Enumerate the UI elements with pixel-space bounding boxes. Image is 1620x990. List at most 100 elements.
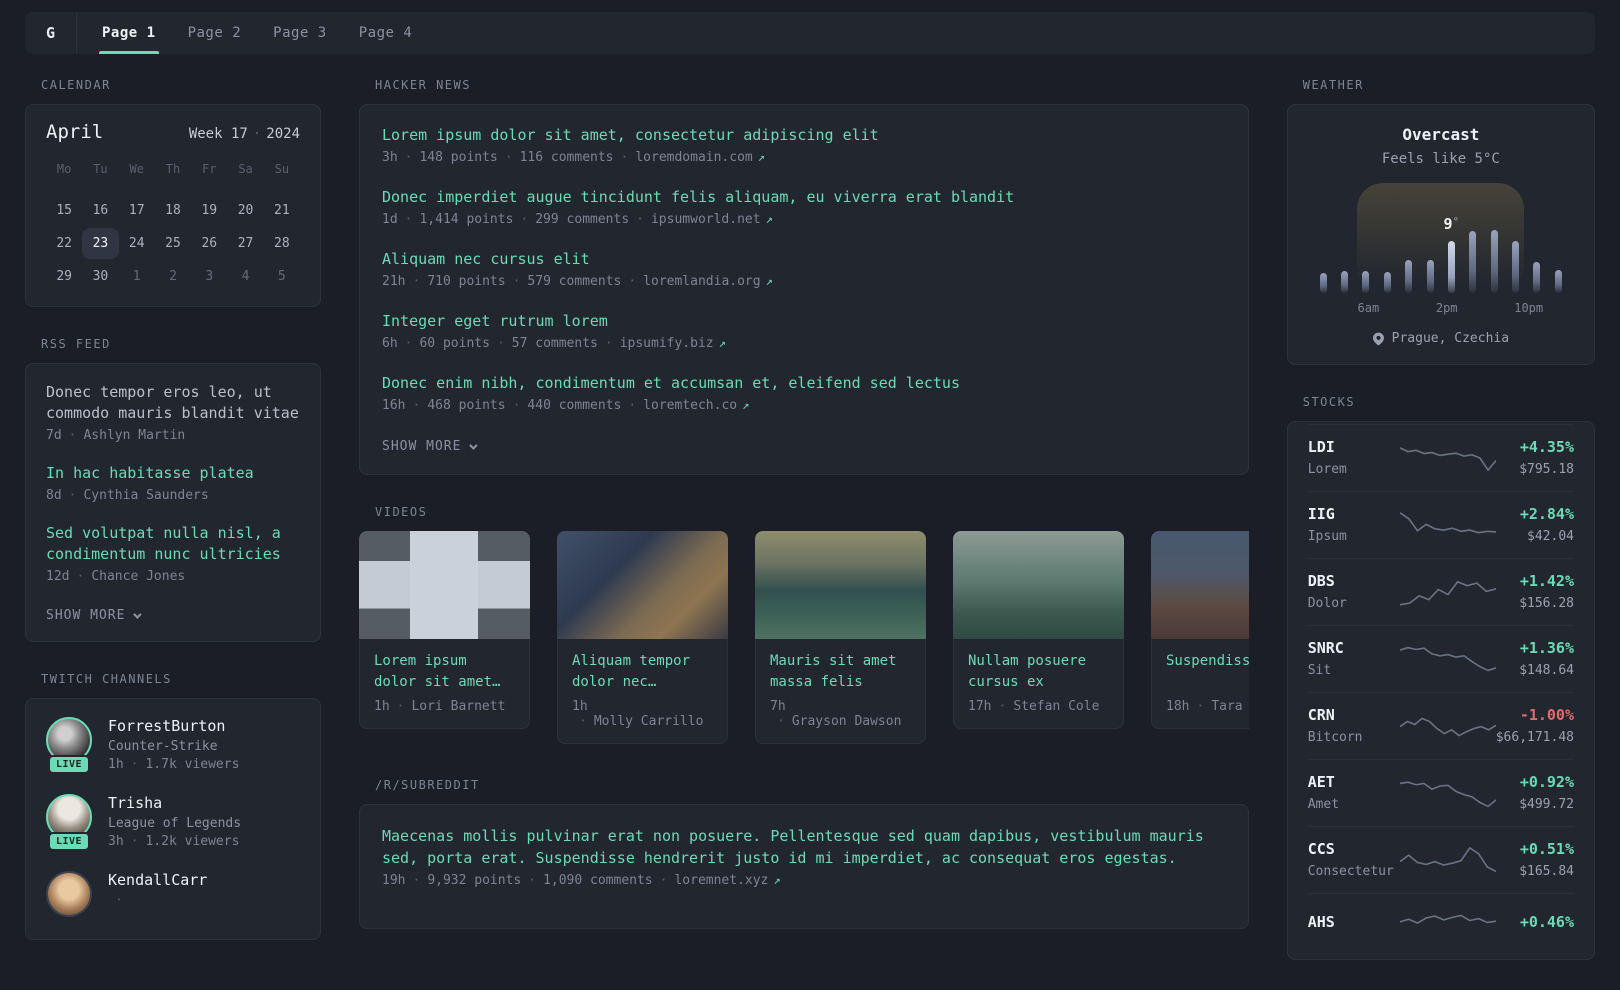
story-domain[interactable]: ipsumify.biz ↗ [598, 336, 726, 351]
weather-bar [1405, 259, 1413, 293]
video-card[interactable]: Aliquam tempor dolor nec pharetra… 1h Mo… [557, 531, 728, 744]
video-card[interactable]: Suspendisse diam 18h Tara [1151, 531, 1249, 744]
axis-slot [1417, 301, 1436, 315]
story-comments[interactable]: 440 comments [506, 398, 621, 413]
story-age: 3h [382, 150, 398, 165]
channel-name: Trisha [108, 794, 163, 812]
avatar [46, 871, 92, 917]
twitch-channels: LIVE ForrestBurton Counter-Strike 1h 1.7… [46, 717, 300, 917]
video-meta: 1h Lori Barnett [374, 699, 515, 714]
video-title[interactable]: Mauris sit amet massa felis [770, 651, 911, 693]
story-title[interactable]: Donec imperdiet augue tincidunt felis al… [382, 187, 1226, 208]
story-domain[interactable]: ipsumworld.net ↗ [629, 212, 773, 227]
page-tab[interactable]: Page 1 [99, 12, 159, 54]
story-comments[interactable]: 116 comments [498, 150, 614, 165]
story-title[interactable]: Donec enim nibh, condimentum et accumsan… [382, 373, 1226, 394]
story-domain[interactable]: loremlandia.org ↗ [621, 274, 773, 289]
video-title[interactable]: Aliquam tempor dolor nec pharetra… [572, 651, 713, 693]
post-domain-text: loremnet.xyz [674, 873, 769, 888]
channel-category: League of Legends [108, 816, 242, 831]
story-domain[interactable]: loremdomain.com ↗ [614, 150, 765, 165]
video-card[interactable]: Lorem ipsum dolor sit amet consectetu… 1… [359, 531, 530, 744]
rss-item-title[interactable]: Sed volutpat nulla nisl, a condimentum n… [46, 523, 300, 565]
stock-row[interactable]: SNRC Sit +1.36% $148.64 [1307, 625, 1574, 692]
twitch-channel-row[interactable]: LIVE Trisha League of Legends 3h 1.2k vi… [46, 794, 300, 851]
page-tab[interactable]: Page 2 [185, 12, 245, 54]
video-title[interactable]: Lorem ipsum dolor sit amet consectetu… [374, 651, 515, 693]
story-title[interactable]: Aliquam nec cursus elit [382, 249, 1226, 270]
current-temp: 9° [1443, 215, 1459, 233]
stock-sparkline [1400, 641, 1496, 677]
stock-name: Sit [1307, 663, 1332, 678]
stock-row[interactable]: AHS +0.46% [1307, 893, 1574, 957]
stock-change: +1.42% [1519, 572, 1574, 590]
weather-bar [1319, 272, 1327, 293]
page-tab[interactable]: Page 4 [356, 12, 416, 54]
video-card-body: Aliquam tempor dolor nec pharetra… 1h Mo… [557, 639, 728, 744]
twitch-channel-row[interactable]: KendallCarr [46, 871, 300, 917]
story-comments[interactable]: 57 comments [490, 336, 598, 351]
weather-axis: 6am 2pm 10pm [1316, 301, 1566, 315]
stock-row[interactable]: CCS Consectetur +0.51% $165.84 [1307, 826, 1574, 893]
video-card[interactable]: Nullam posuere cursus ex 17h Stefan Cole [953, 531, 1124, 744]
hackernews-label: HACKER NEWS [375, 78, 471, 92]
weather-location-row: Prague, Czechia [1306, 331, 1576, 346]
show-more-label: SHOW MORE [46, 608, 126, 623]
stock-row[interactable]: AET Amet +0.92% $499.72 [1307, 759, 1574, 826]
stock-symbol: DBS [1307, 572, 1335, 590]
videos-label: VIDEOS [375, 505, 428, 519]
stock-row[interactable]: IIG Ipsum +2.84% $42.04 [1307, 491, 1574, 558]
page-tab[interactable]: Page 3 [270, 12, 330, 54]
calendar-day: 20 [237, 203, 254, 218]
story-title[interactable]: Integer eget rutrum lorem [382, 311, 1226, 332]
post-meta: 19h 9,932 points 1,090 comments loremnet… [382, 873, 1226, 888]
video-card[interactable]: Mauris sit amet massa felis 7h Grayson D… [755, 531, 926, 744]
video-card-body: Lorem ipsum dolor sit amet consectetu… 1… [359, 639, 530, 729]
rss-show-more-button[interactable]: SHOW MORE [46, 608, 143, 623]
stock-row[interactable]: CRN Bitcorn -1.00% $66,171.48 [1307, 692, 1574, 759]
twitch-channel-row[interactable]: LIVE ForrestBurton Counter-Strike 1h 1.7… [46, 717, 300, 774]
video-title[interactable]: Nullam posuere cursus ex [968, 651, 1109, 693]
video-age: 18h [1166, 699, 1190, 714]
story-domain[interactable]: loremtech.co ↗ [621, 398, 749, 413]
rss-item-title[interactable]: In hac habitasse platea [46, 463, 300, 484]
chevron-down-icon [133, 609, 143, 619]
app-logo[interactable]: G [25, 12, 77, 54]
stock-price: $42.04 [1527, 529, 1574, 544]
hackernews-item: Integer eget rutrum lorem 6h 60 points 5… [382, 311, 1226, 351]
stock-values: +0.51% $165.84 [1496, 840, 1574, 879]
stock-price: $165.84 [1519, 864, 1574, 879]
live-badge: LIVE [48, 755, 91, 774]
stock-price: $499.72 [1519, 797, 1574, 812]
axis-slot: 2pm [1435, 301, 1458, 315]
story-age: 16h [382, 398, 406, 413]
weather-bar [1469, 231, 1477, 293]
stock-price: $66,171.48 [1495, 730, 1574, 745]
weekday-label: Fr [202, 162, 217, 176]
video-meta: 18h Tara [1166, 699, 1249, 714]
story-domain-text: loremlandia.org [643, 274, 761, 289]
video-title[interactable]: Suspendisse diam [1166, 651, 1249, 693]
story-meta: 21h 710 points 579 comments loremlandia.… [382, 274, 1226, 289]
rss-item-title[interactable]: Donec tempor eros leo, ut commodo mauris… [46, 382, 300, 424]
story-title[interactable]: Lorem ipsum dolor sit amet, consectetur … [382, 125, 1226, 146]
story-comments[interactable]: 299 comments [513, 212, 629, 227]
post-comments[interactable]: 1,090 comments [521, 873, 653, 888]
post-domain[interactable]: loremnet.xyz ↗ [653, 873, 780, 888]
subreddit-posts: Maecenas mollis pulvinar erat non posuer… [382, 825, 1226, 888]
video-meta: 17h Stefan Cole [968, 699, 1109, 714]
videos-carousel: Lorem ipsum dolor sit amet consectetu… 1… [359, 531, 1249, 744]
stock-change: -1.00% [1519, 706, 1574, 724]
calendar-year: 2024 [266, 126, 300, 142]
calendar-header: April Week 17 · 2024 [46, 121, 300, 143]
hackernews-show-more-button[interactable]: SHOW MORE [382, 439, 479, 454]
post-title[interactable]: Maecenas mollis pulvinar erat non posuer… [382, 825, 1226, 869]
stock-row[interactable]: DBS Dolor +1.42% $156.28 [1307, 558, 1574, 625]
stock-row[interactable]: LDI Lorem +4.35% $795.18 [1307, 424, 1574, 491]
story-comments[interactable]: 579 comments [506, 274, 621, 289]
axis-slot [1379, 301, 1398, 315]
stock-name: Dolor [1307, 596, 1347, 611]
subreddit-card: Maecenas mollis pulvinar erat non posuer… [359, 804, 1249, 929]
axis-slot: 10pm [1514, 301, 1544, 315]
external-link-icon: ↗ [757, 150, 765, 164]
